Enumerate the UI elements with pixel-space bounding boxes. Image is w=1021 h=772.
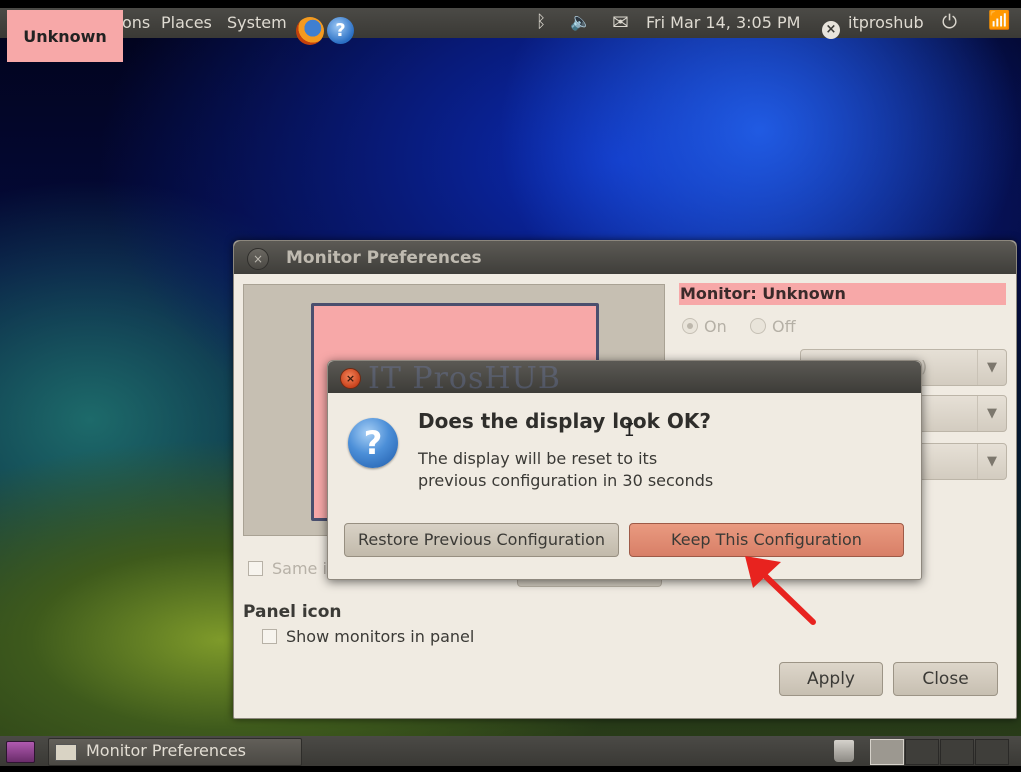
top-panel: ons Places System ? ᛒ 🔈 ✉ Fri Mar 14, 3:… [0, 8, 1021, 45]
overlay-unknown-label: Unknown [7, 10, 123, 62]
watermark-text: IT ProsHUB [368, 361, 561, 396]
workspace-1[interactable] [870, 739, 904, 765]
chevron-down-icon[interactable]: ▼ [977, 444, 1006, 479]
radio-on[interactable]: On [682, 317, 727, 336]
system-menu[interactable]: System [227, 13, 287, 32]
apply-button[interactable]: Apply [779, 662, 883, 696]
monitor-icon [55, 744, 77, 761]
confirm-display-dialog: × IT ProsHUB ? Does the display look OK?… [327, 360, 922, 580]
taskbar-item-monitor-preferences[interactable]: Monitor Preferences [48, 738, 302, 766]
same-image-label: Same i [272, 559, 327, 578]
volume-icon[interactable]: 🔈 [570, 12, 591, 32]
radio-off-label: Off [772, 317, 796, 336]
wifi-icon[interactable]: 📶 [988, 10, 1010, 31]
annotation-arrow-icon [745, 556, 816, 625]
user-status-icon[interactable]: × [822, 21, 840, 39]
power-icon[interactable]: ⏻ [942, 11, 957, 33]
workspace-2[interactable] [905, 739, 939, 765]
radio-off-dot[interactable] [750, 318, 766, 334]
window-title: Monitor Preferences [286, 248, 482, 268]
close-button[interactable]: Close [893, 662, 998, 696]
monitor-header: Monitor: Unknown [679, 283, 1006, 305]
chevron-down-icon[interactable]: ▼ [977, 396, 1006, 431]
bottom-panel: Monitor Preferences [0, 736, 1021, 766]
radio-on-dot[interactable] [682, 318, 698, 334]
top-letterbox [0, 0, 1021, 8]
dialog-close-icon[interactable]: × [340, 368, 361, 389]
dialog-message: The display will be reset to its previou… [418, 449, 714, 490]
show-monitors-label: Show monitors in panel [286, 627, 475, 646]
same-image-box[interactable] [248, 561, 263, 576]
bluetooth-icon[interactable]: ᛒ [536, 12, 546, 32]
applications-menu[interactable]: ons [122, 13, 150, 32]
radio-on-label: On [704, 317, 727, 336]
bottom-letterbox [0, 766, 1021, 772]
places-menu[interactable]: Places [161, 13, 212, 32]
show-desktop-icon[interactable] [6, 741, 35, 763]
show-monitors-box[interactable] [262, 629, 277, 644]
radio-off[interactable]: Off [750, 317, 796, 336]
window-close-icon[interactable]: × [247, 248, 269, 270]
panel-icon-heading: Panel icon [243, 602, 342, 622]
trash-icon[interactable] [834, 740, 854, 762]
restore-previous-button[interactable]: Restore Previous Configuration [344, 523, 619, 557]
show-monitors-checkbox[interactable]: Show monitors in panel [262, 627, 474, 646]
chevron-down-icon[interactable]: ▼ [977, 350, 1006, 385]
clock[interactable]: Fri Mar 14, 3:05 PM [646, 13, 800, 32]
firefox-icon[interactable] [296, 17, 324, 45]
workspace-3[interactable] [940, 739, 974, 765]
help-icon[interactable]: ? [327, 17, 354, 44]
window-titlebar[interactable]: × Monitor Preferences [234, 241, 1016, 274]
question-icon: ? [348, 418, 398, 468]
text-cursor-icon: I [624, 420, 635, 441]
taskbar-item-label: Monitor Preferences [86, 741, 247, 760]
workspace-4[interactable] [975, 739, 1009, 765]
same-image-checkbox[interactable]: Same i [248, 559, 327, 578]
username[interactable]: itproshub [848, 13, 924, 32]
dialog-heading: Does the display look OK? [418, 409, 711, 433]
mail-icon[interactable]: ✉ [612, 10, 629, 34]
